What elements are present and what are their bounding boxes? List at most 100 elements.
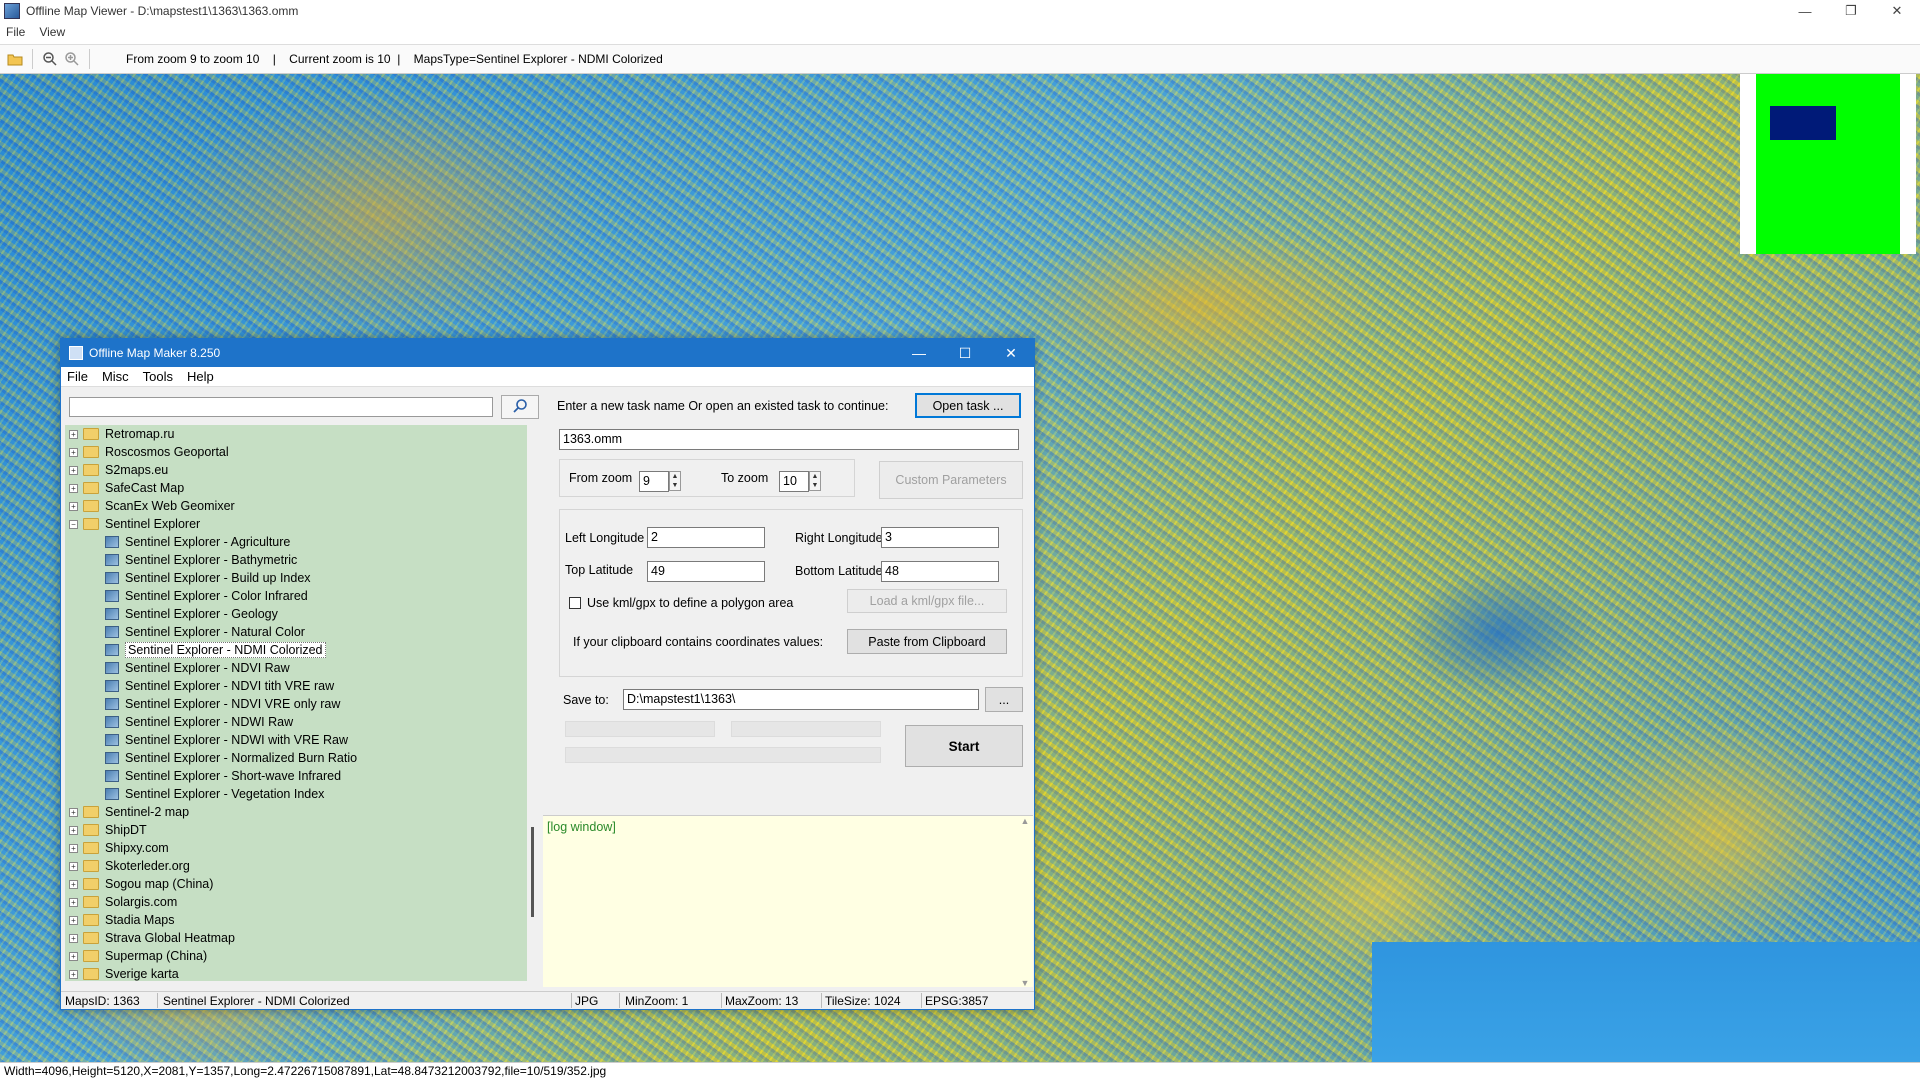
dialog-menu-tools[interactable]: Tools [143, 369, 173, 384]
tree-folder-item[interactable]: + Skoterleder.org [65, 857, 527, 875]
save-to-input[interactable]: D:\mapstest1\1363\ [623, 689, 979, 710]
tree-folder-item[interactable]: + ShipDT [65, 821, 527, 839]
search-button[interactable] [501, 395, 539, 419]
dialog-maximize-button[interactable]: ☐ [942, 339, 988, 367]
dialog-menu-help[interactable]: Help [187, 369, 214, 384]
dialog-menu-file[interactable]: File [67, 369, 88, 384]
tree-map-item[interactable]: Sentinel Explorer - Normalized Burn Rati… [65, 749, 527, 767]
tree-folder-item[interactable]: + Shipxy.com [65, 839, 527, 857]
expand-icon[interactable]: + [69, 429, 78, 439]
expand-icon[interactable]: + [69, 915, 78, 925]
dialog-menu-misc[interactable]: Misc [102, 369, 129, 384]
minimize-button[interactable]: — [1782, 0, 1828, 22]
tree-folder-item[interactable]: + Stadia Maps [65, 911, 527, 929]
toolbar-separator [32, 49, 33, 69]
tree-map-item[interactable]: Sentinel Explorer - Color Infrared [65, 587, 527, 605]
folder-open-icon[interactable] [4, 48, 26, 70]
tree-map-item[interactable]: Sentinel Explorer - NDMI Colorized [65, 641, 527, 659]
collapse-icon[interactable]: − [69, 519, 78, 529]
expand-icon[interactable]: + [69, 879, 78, 889]
menu-view[interactable]: View [39, 25, 65, 39]
load-kml-button[interactable]: Load a kml/gpx file... [847, 589, 1007, 613]
expand-icon[interactable]: + [69, 483, 78, 493]
scroll-up-icon[interactable]: ▲ [1021, 816, 1030, 826]
custom-parameters-button[interactable]: Custom Parameters [879, 461, 1023, 499]
tree-map-item[interactable]: Sentinel Explorer - NDVI VRE only raw [65, 695, 527, 713]
expand-icon[interactable]: + [69, 825, 78, 835]
tree-folder-item[interactable]: − Sentinel Explorer [65, 515, 527, 533]
expand-icon[interactable]: + [69, 465, 78, 475]
menu-file[interactable]: File [6, 25, 25, 39]
tree-folder-item[interactable]: + Sogou map (China) [65, 875, 527, 893]
left-longitude-label: Left Longitude [565, 531, 645, 545]
right-longitude-input[interactable]: 3 [881, 527, 999, 548]
tree-scrollbar[interactable] [531, 827, 534, 917]
browse-button[interactable]: ... [985, 687, 1023, 712]
expand-icon[interactable]: + [69, 807, 78, 817]
tree-item-label: Sentinel Explorer - NDVI VRE only raw [125, 697, 341, 711]
tree-map-item[interactable]: Sentinel Explorer - Bathymetric [65, 551, 527, 569]
left-longitude-input[interactable]: 2 [647, 527, 765, 548]
expand-icon[interactable]: + [69, 951, 78, 961]
map-layer-icon [105, 626, 119, 638]
tree-folder-item[interactable]: + Strava Global Heatmap [65, 929, 527, 947]
tree-folder-item[interactable]: + SafeCast Map [65, 479, 527, 497]
restore-button[interactable]: ❐ [1828, 0, 1874, 22]
dialog-close-button[interactable]: ✕ [988, 339, 1034, 367]
from-zoom-label: From zoom [569, 471, 633, 485]
tree-folder-item[interactable]: + Sentinel-2 map [65, 803, 527, 821]
folder-icon [83, 446, 99, 458]
tree-map-item[interactable]: Sentinel Explorer - NDWI Raw [65, 713, 527, 731]
to-zoom-stepper[interactable]: ▲ ▼ [809, 471, 821, 491]
tree-map-item[interactable]: Sentinel Explorer - Short-wave Infrared [65, 767, 527, 785]
tree-map-item[interactable]: Sentinel Explorer - Natural Color [65, 623, 527, 641]
tree-map-item[interactable]: Sentinel Explorer - Build up Index [65, 569, 527, 587]
top-latitude-input[interactable]: 49 [647, 561, 765, 582]
map-search-input[interactable] [69, 397, 493, 417]
start-button[interactable]: Start [905, 725, 1023, 767]
bottom-latitude-input[interactable]: 48 [881, 561, 999, 582]
minimap-viewport[interactable] [1770, 106, 1836, 140]
task-name-input[interactable]: 1363.omm [559, 429, 1019, 450]
log-scrollbar[interactable]: ▲ ▼ [1019, 816, 1031, 988]
expand-icon[interactable]: + [69, 861, 78, 871]
scroll-down-icon[interactable]: ▼ [1021, 978, 1030, 988]
zoom-out-icon[interactable] [39, 48, 61, 70]
close-button[interactable]: ✕ [1874, 0, 1920, 22]
map-source-tree[interactable]: + Retromap.ru + Roscosmos Geoportal + S2maps.… [65, 425, 527, 981]
tree-folder-item[interactable]: + Supermap (China) [65, 947, 527, 965]
tree-folder-item[interactable]: + Roscosmos Geoportal [65, 443, 527, 461]
tree-map-item[interactable]: Sentinel Explorer - NDWI with VRE Raw [65, 731, 527, 749]
dialog-minimize-button[interactable]: — [896, 339, 942, 367]
expand-icon[interactable]: + [69, 933, 78, 943]
minimap[interactable] [1740, 74, 1916, 254]
tree-map-item[interactable]: Sentinel Explorer - NDVI tith VRE raw [65, 677, 527, 695]
expand-icon[interactable]: + [69, 897, 78, 907]
tree-folder-item[interactable]: + Retromap.ru [65, 425, 527, 443]
expand-icon[interactable]: + [69, 843, 78, 853]
tree-item-label: Supermap (China) [105, 949, 208, 963]
tree-map-item[interactable]: Sentinel Explorer - Agriculture [65, 533, 527, 551]
tree-folder-item[interactable]: + Sverige karta [65, 965, 527, 981]
log-window[interactable]: [log window] ▲ ▼ [543, 815, 1033, 988]
paste-clipboard-button[interactable]: Paste from Clipboard [847, 629, 1007, 654]
to-zoom-input[interactable]: 10 [779, 471, 809, 492]
expand-icon[interactable]: + [69, 447, 78, 457]
expand-icon[interactable]: + [69, 501, 78, 511]
zoom-in-icon[interactable] [61, 48, 83, 70]
tree-item-label: Sentinel Explorer - Short-wave Infrared [125, 769, 342, 783]
tree-item-label: Sentinel Explorer - Natural Color [125, 625, 305, 639]
tree-folder-item[interactable]: + S2maps.eu [65, 461, 527, 479]
tree-map-item[interactable]: Sentinel Explorer - NDVI Raw [65, 659, 527, 677]
tree-map-item[interactable]: Sentinel Explorer - Geology [65, 605, 527, 623]
use-kml-checkbox[interactable] [569, 597, 581, 609]
tree-folder-item[interactable]: + Solargis.com [65, 893, 527, 911]
from-zoom-input[interactable]: 9 [639, 471, 669, 492]
tree-folder-item[interactable]: + ScanEx Web Geomixer [65, 497, 527, 515]
expand-icon[interactable]: + [69, 969, 78, 979]
folder-icon [83, 878, 99, 890]
open-task-button[interactable]: Open task ... [915, 393, 1021, 418]
tree-map-item[interactable]: Sentinel Explorer - Vegetation Index [65, 785, 527, 803]
from-zoom-stepper[interactable]: ▲ ▼ [669, 471, 681, 491]
folder-icon [83, 482, 99, 494]
